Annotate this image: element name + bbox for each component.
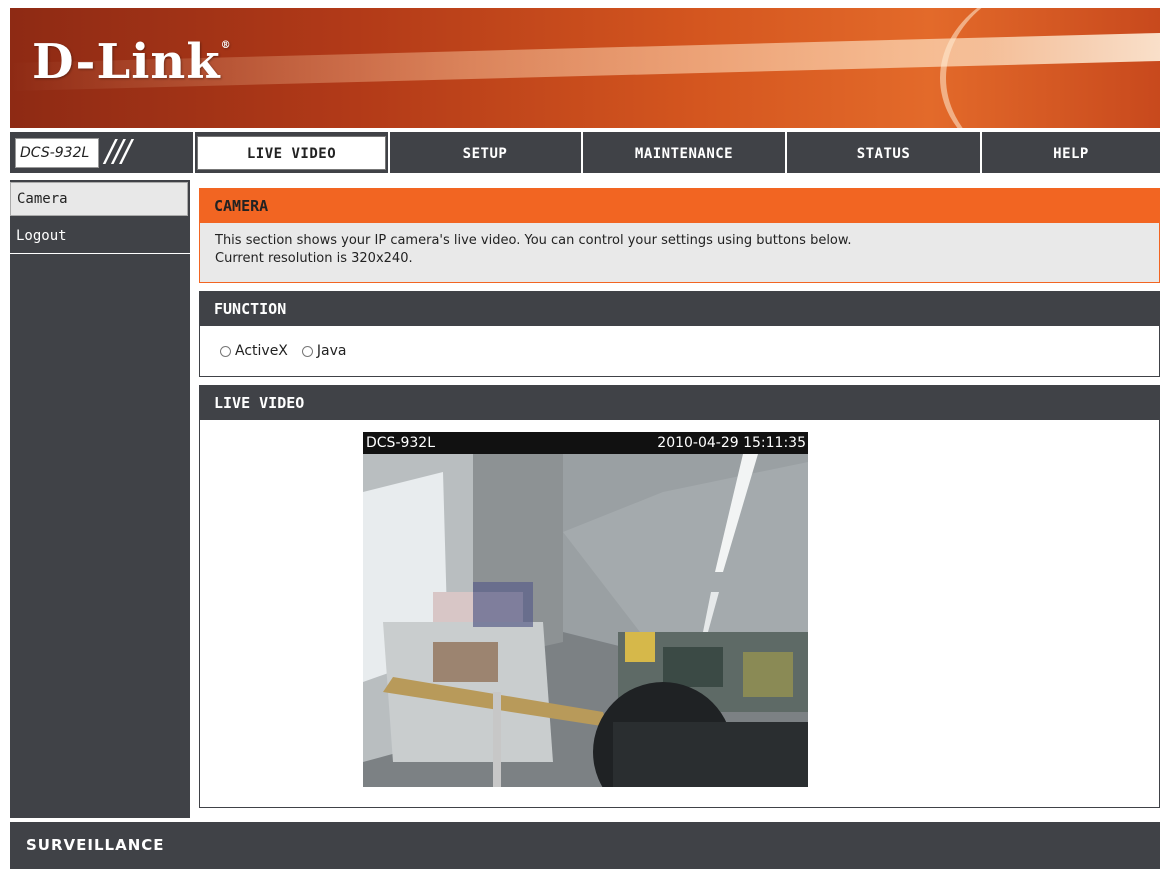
- registered-mark: ®: [220, 40, 232, 51]
- footer: SURVEILLANCE: [10, 820, 1160, 869]
- live-video-section: LIVE VIDEO DCS-932L 2010-04-29 15:11:35: [199, 385, 1160, 808]
- banner-arc: [940, 8, 1160, 128]
- tab-status[interactable]: STATUS: [787, 132, 980, 176]
- radio-java-label: Java: [316, 343, 347, 359]
- function-section: FUNCTION ActiveX Java: [199, 291, 1160, 377]
- tab-setup[interactable]: SETUP: [390, 132, 580, 176]
- video-timestamp: 2010-04-29 15:11:35: [657, 435, 806, 451]
- radio-activex[interactable]: ActiveX: [220, 343, 288, 359]
- main-content: CAMERA This section shows your IP camera…: [199, 188, 1160, 808]
- function-section-title: FUNCTION: [200, 292, 1159, 326]
- radio-activex-label: ActiveX: [235, 343, 288, 359]
- camera-section: CAMERA This section shows your IP camera…: [199, 188, 1160, 283]
- top-nav: DCS-932L /// LIVE VIDEO SETUP MAINTENANC…: [10, 132, 1160, 176]
- sidebar-item-camera[interactable]: Camera: [10, 182, 188, 216]
- tab-help[interactable]: HELP: [982, 132, 1160, 176]
- camera-description: This section shows your IP camera's live…: [200, 223, 1159, 282]
- sidebar-item-logout[interactable]: Logout: [10, 218, 190, 254]
- camera-section-title: CAMERA: [200, 189, 1159, 223]
- camera-description-line: This section shows your IP camera's live…: [215, 233, 852, 248]
- tab-maintenance[interactable]: MAINTENANCE: [583, 132, 785, 176]
- sidebar: Camera Logout: [10, 180, 192, 818]
- radio-button-icon[interactable]: [220, 345, 231, 357]
- video-camera-name: DCS-932L: [366, 435, 436, 451]
- dlink-logo: D-Link®: [32, 34, 232, 90]
- header-banner: D-Link®: [10, 8, 1160, 128]
- nav-divider: [193, 132, 195, 176]
- live-video-section-title: LIVE VIDEO: [200, 386, 1159, 420]
- function-options: ActiveX Java: [200, 326, 1159, 376]
- resolution-text: Current resolution is 320x240.: [215, 251, 413, 266]
- radio-button-icon[interactable]: [301, 345, 313, 357]
- video-frame-image: [363, 432, 808, 787]
- tab-live-video[interactable]: LIVE VIDEO: [197, 136, 386, 170]
- slashes-decoration: ///: [105, 134, 131, 169]
- radio-java[interactable]: Java: [301, 343, 347, 359]
- video-overlay-bar: DCS-932L 2010-04-29 15:11:35: [363, 432, 808, 454]
- live-video-feed[interactable]: DCS-932L 2010-04-29 15:11:35: [363, 432, 808, 787]
- footer-label: SURVEILLANCE: [26, 836, 165, 854]
- model-label: DCS-932L: [15, 138, 99, 168]
